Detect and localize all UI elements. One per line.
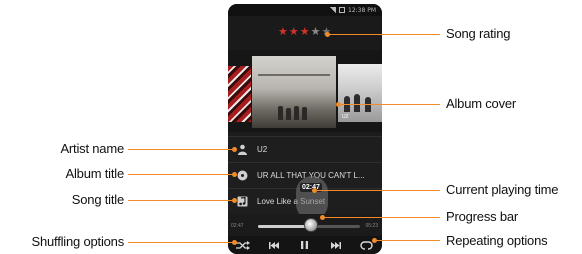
elapsed-time: 02:47	[231, 223, 244, 229]
callout-line	[128, 174, 232, 175]
callout-song-title: Song title	[71, 192, 124, 207]
callout-dot	[232, 240, 237, 245]
signal-icon	[330, 7, 336, 13]
status-time: 12:38 PM	[348, 6, 376, 14]
previous-icon[interactable]	[265, 238, 283, 252]
callout-shuffling-options: Shuffling options	[31, 234, 125, 249]
callout-album-title: Album title	[65, 166, 125, 181]
star-icon[interactable]: ★	[278, 26, 288, 37]
callout-line	[375, 240, 440, 241]
artist-name: U2	[257, 145, 268, 154]
callout-line	[128, 200, 232, 201]
callout-line	[328, 34, 440, 35]
star-icon[interactable]: ★	[311, 26, 321, 37]
callout-line	[128, 149, 232, 150]
album-cover-carousel[interactable]: U2	[228, 50, 382, 132]
album-cover-next[interactable]: U2	[338, 64, 382, 122]
pause-icon[interactable]	[296, 238, 314, 252]
callout-song-rating: Song rating	[446, 26, 511, 41]
rating-area: ★ ★ ★ ★ ★	[228, 16, 382, 50]
song-rating[interactable]: ★ ★ ★ ★ ★	[278, 26, 331, 37]
artist-row[interactable]: U2	[228, 136, 382, 162]
shuffle-icon[interactable]	[234, 238, 252, 252]
callout-line	[323, 217, 440, 218]
callout-current-playing-time: Current playing time	[446, 182, 559, 197]
callout-artist-name: Artist name	[60, 141, 124, 156]
battery-icon	[339, 7, 345, 13]
callout-dot	[232, 147, 237, 152]
callout-line	[128, 242, 232, 243]
playback-controls	[228, 236, 382, 254]
music-note-icon	[236, 196, 248, 208]
callout-dot	[232, 172, 237, 177]
callout-line	[315, 190, 440, 191]
progress-knob[interactable]	[304, 218, 319, 232]
star-icon[interactable]: ★	[300, 26, 310, 37]
next-icon[interactable]	[327, 238, 345, 252]
callout-line	[339, 104, 440, 105]
total-time: 05:23	[365, 223, 378, 229]
star-icon[interactable]: ★	[289, 26, 299, 37]
album-disc-icon	[236, 170, 248, 182]
album-cover[interactable]	[252, 56, 336, 128]
callout-progress-bar: Progress bar	[446, 209, 519, 224]
callout-dot	[232, 198, 237, 203]
cover-text: U2	[342, 114, 349, 120]
callout-repeating-options: Repeating options	[446, 233, 548, 248]
status-bar: 12:38 PM	[228, 4, 382, 16]
album-cover-previous[interactable]	[228, 66, 251, 122]
artist-icon	[236, 144, 248, 156]
callout-album-cover: Album cover	[446, 96, 517, 111]
